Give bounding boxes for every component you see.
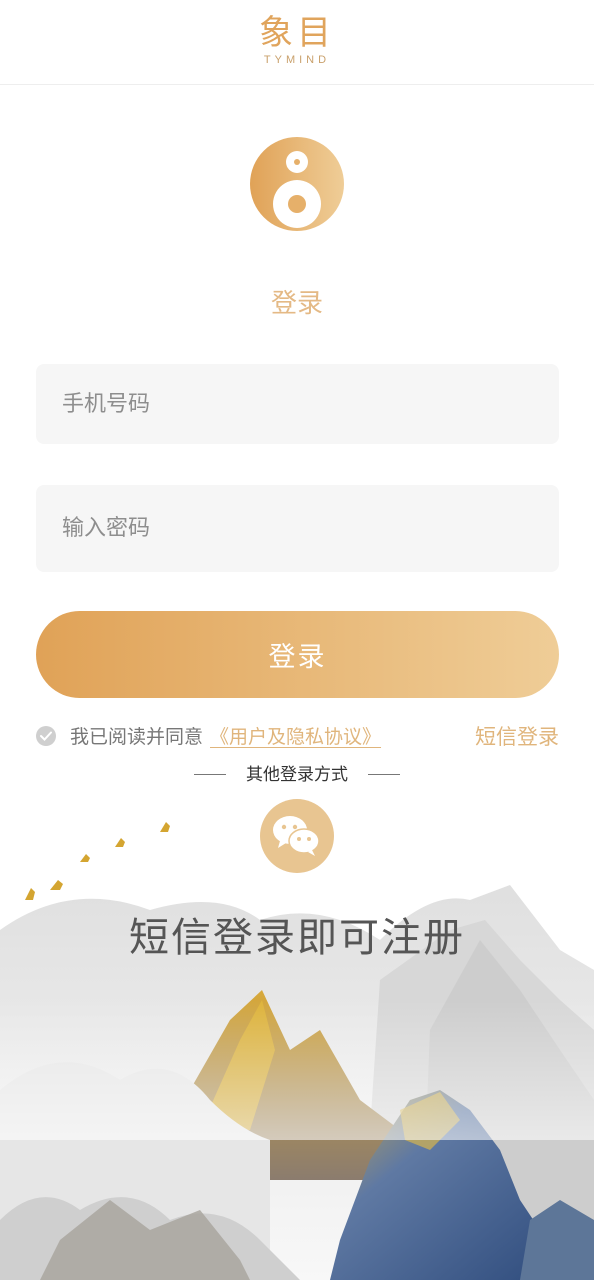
app-logo-icon xyxy=(250,137,344,231)
privacy-agreement-link[interactable]: 《用户及隐私协议》 xyxy=(210,724,381,750)
agreement-checkbox[interactable] xyxy=(36,726,56,746)
register-slogan: 短信登录即可注册 xyxy=(129,915,465,961)
brand-logo-subtitle: TYMIND xyxy=(263,54,331,66)
wechat-login-button[interactable] xyxy=(260,799,334,873)
password-input[interactable] xyxy=(36,485,559,572)
phone-input[interactable] xyxy=(36,364,559,444)
other-login-label: 其他登录方式 xyxy=(246,765,348,785)
other-login-divider: 其他登录方式 xyxy=(0,762,594,788)
page-title: 登录 xyxy=(270,289,323,319)
top-bar: 象目 TYMIND xyxy=(0,0,594,85)
divider-line-left xyxy=(194,774,226,775)
agreement-row: 我已阅读并同意 《用户及隐私协议》 短信登录 xyxy=(36,722,559,752)
divider-line-right xyxy=(368,774,400,775)
wechat-icon xyxy=(273,816,320,856)
brand-logo-text: 象目 xyxy=(259,13,335,53)
sms-login-link[interactable]: 短信登录 xyxy=(475,724,559,750)
login-button[interactable]: 登录 xyxy=(36,611,559,698)
check-icon xyxy=(40,731,52,741)
agreement-text: 我已阅读并同意 xyxy=(70,726,204,748)
